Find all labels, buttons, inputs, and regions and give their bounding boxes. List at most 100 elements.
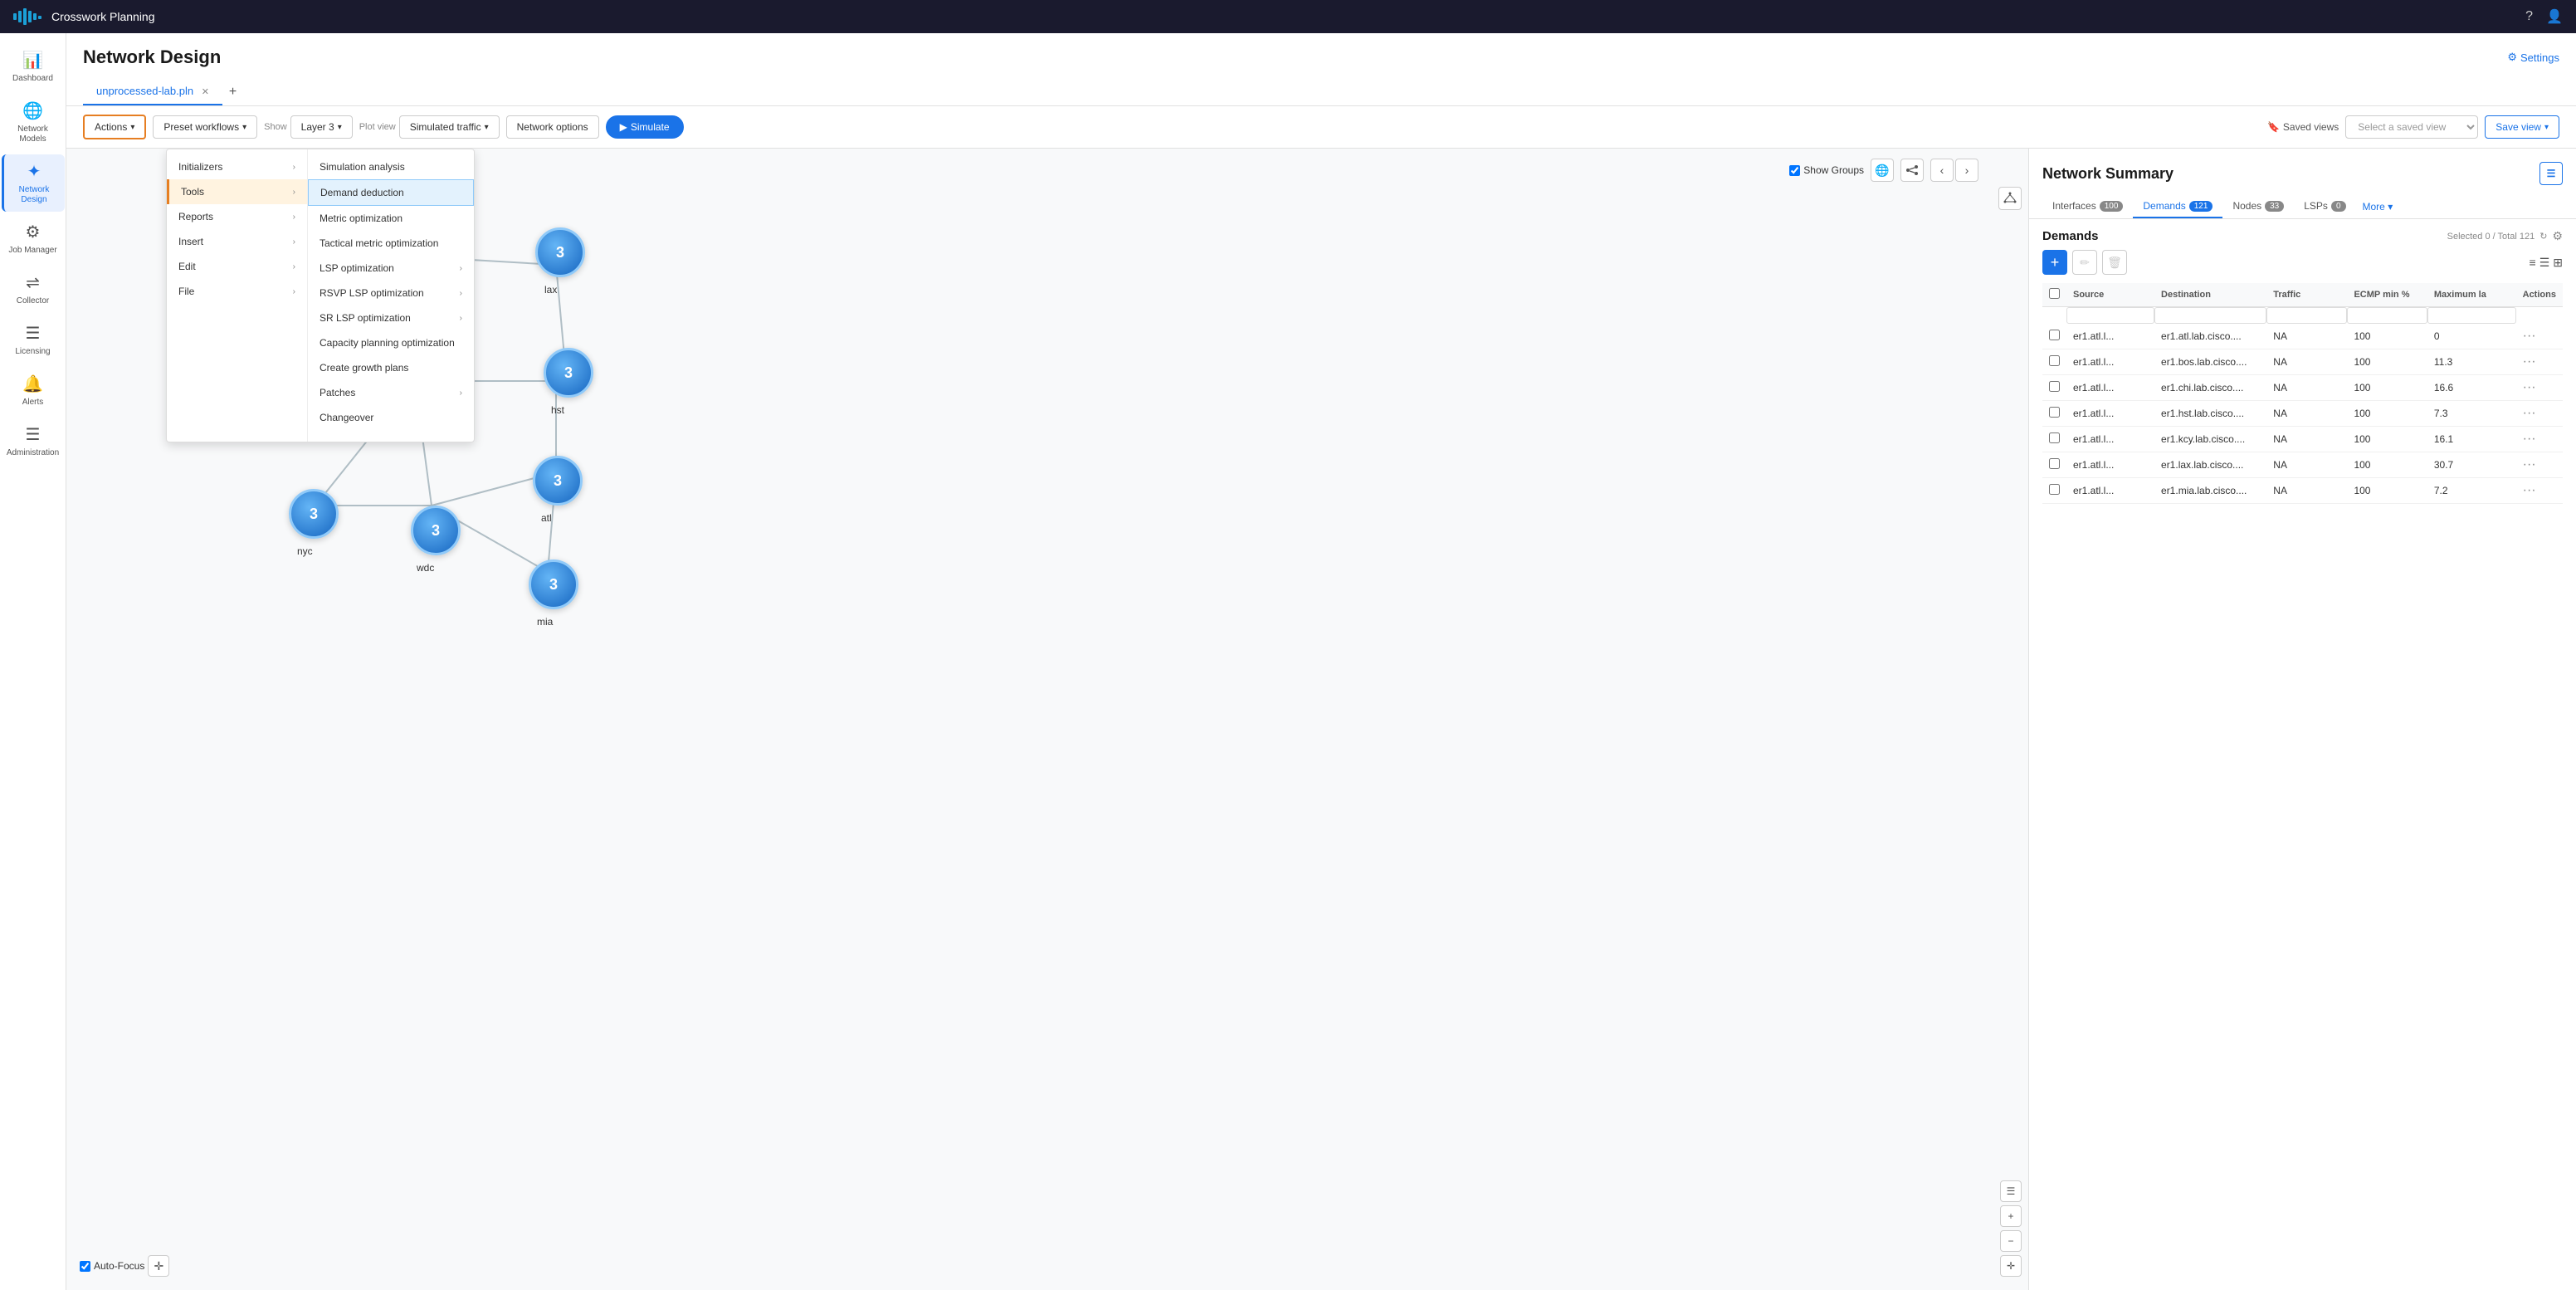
dropdown-item-tools[interactable]: Tools › — [167, 179, 307, 204]
sidebar-item-collector[interactable]: ⇌ Collector — [2, 266, 65, 313]
show-groups-checkbox-label[interactable]: Show Groups — [1789, 164, 1864, 176]
dropdown-item-simulation-analysis[interactable]: Simulation analysis — [308, 154, 474, 179]
dropdown-item-tactical-metric[interactable]: Tactical metric optimization — [308, 231, 474, 256]
sidebar-item-network-design[interactable]: ✦ Network Design — [2, 154, 65, 212]
node-wdc[interactable]: 3 — [411, 506, 461, 555]
dropdown-item-lsp-optimization[interactable]: LSP optimization › — [308, 256, 474, 281]
sidebar-item-licensing[interactable]: ☰ Licensing — [2, 316, 65, 364]
saved-views-dropdown[interactable]: Select a saved view — [2345, 115, 2478, 139]
row-actions-3[interactable]: ··· — [2516, 401, 2563, 427]
filter-destination-cell[interactable] — [2154, 307, 2266, 325]
summary-tab-demands[interactable]: Demands 121 — [2133, 195, 2222, 218]
demands-refresh-icon[interactable]: ↻ — [2539, 231, 2547, 242]
row-checkbox-3[interactable] — [2049, 407, 2060, 418]
dropdown-item-rsvp-lsp[interactable]: RSVP LSP optimization › — [308, 281, 474, 305]
globe-view-button[interactable]: 🌐 — [1871, 159, 1894, 182]
row-actions-5[interactable]: ··· — [2516, 452, 2563, 478]
dropdown-item-file[interactable]: File › — [167, 279, 307, 304]
map-settings-button[interactable]: ✛ — [148, 1255, 169, 1277]
dropdown-item-insert[interactable]: Insert › — [167, 229, 307, 254]
table-row[interactable]: er1.atl.l... er1.chi.lab.cisco.... NA 10… — [2042, 375, 2563, 401]
dropdown-item-edit[interactable]: Edit › — [167, 254, 307, 279]
filter-ecmp-input[interactable] — [2347, 307, 2427, 324]
node-nyc[interactable]: 3 — [289, 489, 339, 539]
filter-source-input[interactable] — [2066, 307, 2154, 324]
row-checkbox-cell[interactable] — [2042, 401, 2066, 427]
map-zoom-in-button[interactable]: + — [2000, 1205, 2022, 1227]
row-actions-6[interactable]: ··· — [2516, 478, 2563, 504]
dropdown-item-patches[interactable]: Patches › — [308, 380, 474, 405]
map-area[interactable]: Initializers › Tools › Reports › — [66, 149, 2028, 1290]
table-row[interactable]: er1.atl.l... er1.bos.lab.cisco.... NA 10… — [2042, 349, 2563, 375]
row-checkbox-0[interactable] — [2049, 330, 2060, 340]
row-checkbox-2[interactable] — [2049, 381, 2060, 392]
map-back-button[interactable]: ‹ — [1930, 159, 1954, 182]
table-row[interactable]: er1.atl.l... er1.hst.lab.cisco.... NA 10… — [2042, 401, 2563, 427]
layer-button[interactable]: Layer 3 ▾ — [290, 115, 353, 139]
actions-button[interactable]: Actions ▾ — [83, 115, 146, 139]
topology-button[interactable] — [1998, 187, 2022, 210]
row-checkbox-6[interactable] — [2049, 484, 2060, 495]
simulated-traffic-button[interactable]: Simulated traffic ▾ — [399, 115, 500, 139]
filter-destination-input[interactable] — [2154, 307, 2266, 324]
dropdown-item-changeover[interactable]: Changeover — [308, 405, 474, 430]
dropdown-item-sr-lsp[interactable]: SR LSP optimization › — [308, 305, 474, 330]
column-view-icon[interactable]: ⊞ — [2553, 256, 2563, 270]
autofocus-checkbox[interactable] — [80, 1261, 90, 1272]
sidebar-item-network-models[interactable]: 🌐 Network Models — [2, 94, 65, 151]
col-maximum-la-header[interactable]: Maximum la — [2427, 283, 2516, 307]
sidebar-item-dashboard[interactable]: 📊 Dashboard — [2, 43, 65, 90]
edit-demand-button[interactable]: ✏ — [2072, 250, 2097, 275]
delete-demand-button[interactable]: 🗑 — [2102, 250, 2127, 275]
dropdown-item-create-growth-plans[interactable]: Create growth plans — [308, 355, 474, 380]
map-forward-button[interactable]: › — [1955, 159, 1978, 182]
row-actions-1[interactable]: ··· — [2516, 349, 2563, 375]
table-row[interactable]: er1.atl.l... er1.mia.lab.cisco.... NA 10… — [2042, 478, 2563, 504]
col-destination-header[interactable]: Destination — [2154, 283, 2266, 307]
summary-tab-interfaces[interactable]: Interfaces 100 — [2042, 195, 2133, 218]
sidebar-item-alerts[interactable]: 🔔 Alerts — [2, 367, 65, 414]
dropdown-item-metric-optimization[interactable]: Metric optimization — [308, 206, 474, 231]
select-all-checkbox[interactable] — [2049, 288, 2060, 299]
dropdown-item-capacity-planning[interactable]: Capacity planning optimization — [308, 330, 474, 355]
row-checkbox-cell[interactable] — [2042, 427, 2066, 452]
dropdown-item-reports[interactable]: Reports › — [167, 204, 307, 229]
summary-tab-lsps[interactable]: LSPs 0 — [2294, 195, 2355, 218]
row-checkbox-4[interactable] — [2049, 432, 2060, 443]
filter-traffic-input[interactable] — [2266, 307, 2347, 324]
demands-table[interactable]: Source Destination Traffic ECMP min % Ma… — [2042, 283, 2563, 1280]
row-actions-0[interactable]: ··· — [2516, 324, 2563, 349]
row-checkbox-cell[interactable] — [2042, 478, 2066, 504]
filter-traffic-cell[interactable] — [2266, 307, 2347, 325]
tab-add-button[interactable]: + — [222, 81, 243, 103]
row-checkbox-cell[interactable] — [2042, 349, 2066, 375]
row-checkbox-5[interactable] — [2049, 458, 2060, 469]
autofocus-checkbox-label[interactable]: Auto-Focus — [80, 1260, 144, 1272]
node-atl[interactable]: 3 — [533, 456, 583, 506]
col-ecmp-header[interactable]: ECMP min % — [2347, 283, 2427, 307]
dropdown-item-diagnostics[interactable]: Diagnostics › — [308, 430, 474, 437]
dropdown-item-demand-deduction[interactable]: Demand deduction — [308, 179, 474, 206]
summary-tab-nodes[interactable]: Nodes 33 — [2222, 195, 2294, 218]
list-view-icon[interactable]: ☰ — [2539, 256, 2550, 270]
node-mia[interactable]: 3 — [529, 559, 578, 609]
map-list-icon-button[interactable]: ☰ — [2000, 1180, 2022, 1202]
filter-ecmp-cell[interactable] — [2347, 307, 2427, 325]
table-row[interactable]: er1.atl.l... er1.kcy.lab.cisco.... NA 10… — [2042, 427, 2563, 452]
col-traffic-header[interactable]: Traffic — [2266, 283, 2347, 307]
more-tabs-button[interactable]: More ▾ — [2356, 198, 2400, 216]
map-zoom-out-button[interactable]: − — [2000, 1230, 2022, 1252]
filter-maximum-la-cell[interactable] — [2427, 307, 2516, 325]
network-view-button[interactable] — [1900, 159, 1924, 182]
table-row[interactable]: er1.atl.l... er1.atl.lab.cisco.... NA 10… — [2042, 324, 2563, 349]
row-actions-2[interactable]: ··· — [2516, 375, 2563, 401]
filter-maximum-la-input[interactable] — [2427, 307, 2516, 324]
show-groups-checkbox[interactable] — [1789, 165, 1800, 176]
col-source-header[interactable]: Source — [2066, 283, 2154, 307]
add-demand-button[interactable]: + — [2042, 250, 2067, 275]
dropdown-col2-scroll[interactable]: Simulation analysis Demand deduction Met… — [308, 154, 474, 437]
preset-workflows-button[interactable]: Preset workflows ▾ — [153, 115, 257, 139]
table-row[interactable]: er1.atl.l... er1.lax.lab.cisco.... NA 10… — [2042, 452, 2563, 478]
sidebar-item-administration[interactable]: ☰ Administration — [2, 418, 65, 465]
row-checkbox-1[interactable] — [2049, 355, 2060, 366]
